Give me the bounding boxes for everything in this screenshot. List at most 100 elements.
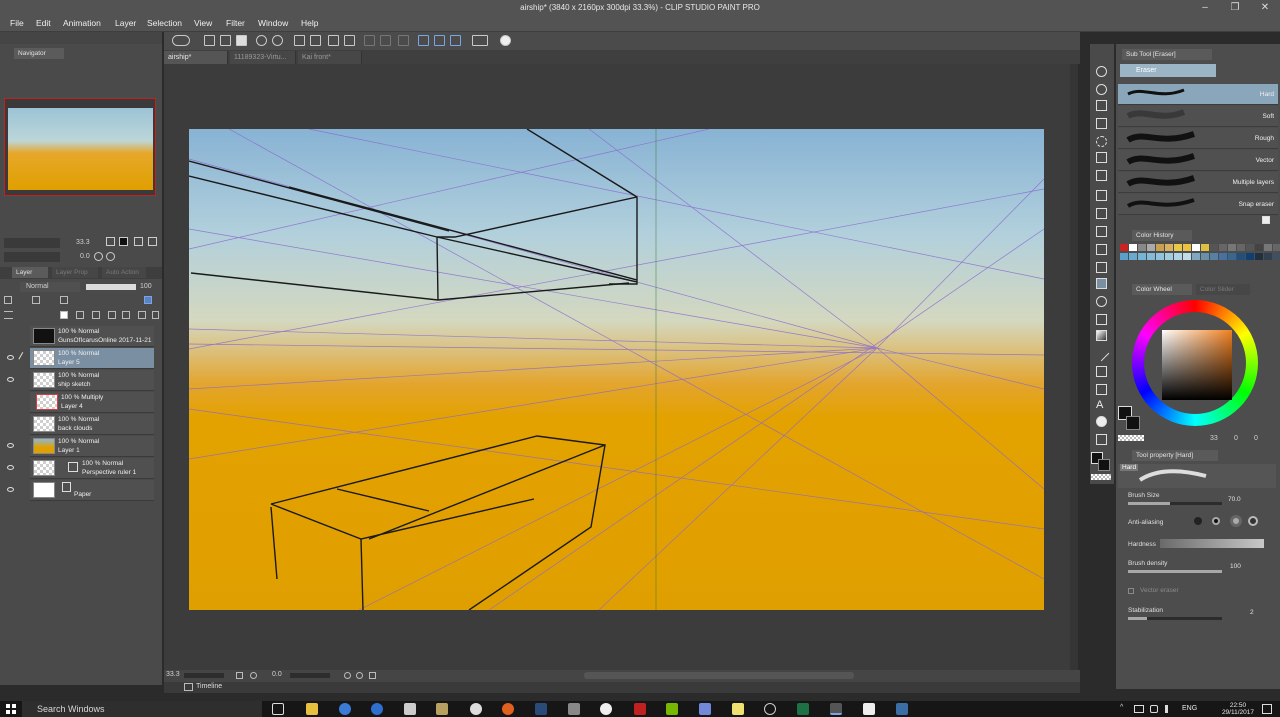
- brush-item[interactable]: Snap eraser: [1118, 194, 1278, 215]
- status-flip-icon[interactable]: [369, 672, 376, 679]
- color-history-swatch[interactable]: [1156, 244, 1164, 251]
- color-history-swatch[interactable]: [1192, 253, 1200, 260]
- redo-icon[interactable]: [272, 35, 283, 46]
- layer-item[interactable]: 100 % Normal Layer 5: [30, 348, 154, 369]
- taskbar-clock[interactable]: 22:50 29/11/2017: [1222, 702, 1254, 716]
- menu-window[interactable]: Window: [258, 18, 288, 28]
- status-angle-slider[interactable]: [290, 673, 330, 678]
- color-history-swatch[interactable]: [1183, 244, 1191, 251]
- tab-layer[interactable]: Layer: [12, 267, 48, 278]
- steam-icon[interactable]: [535, 703, 547, 715]
- sub-tool-add-icon[interactable]: [1262, 216, 1270, 224]
- layer-item[interactable]: 100 % Multiply Layer 4: [30, 392, 154, 413]
- layer-item[interactable]: 100 % Normal GunsOfIcarusOnline 2017-11-…: [30, 326, 154, 347]
- color-history-swatch[interactable]: [1210, 253, 1218, 260]
- volume-icon[interactable]: [1165, 705, 1173, 713]
- visibility-eye-icon[interactable]: [7, 487, 14, 492]
- timeline-label[interactable]: Timeline: [196, 683, 222, 690]
- new-folder-icon[interactable]: [92, 311, 100, 319]
- monitor-app-icon[interactable]: [896, 703, 908, 715]
- lock-icon[interactable]: [32, 296, 40, 304]
- yandex-icon[interactable]: [470, 703, 482, 715]
- aa-medium-option[interactable]: [1230, 515, 1242, 527]
- tray-up-icon[interactable]: ^: [1120, 704, 1123, 711]
- fit-icon[interactable]: [119, 237, 128, 246]
- selection-tool-icon[interactable]: [1096, 136, 1107, 147]
- maximize-icon[interactable]: ❐: [1220, 0, 1250, 16]
- status-fit-icon[interactable]: [236, 672, 243, 679]
- layer-menu-icon[interactable]: [4, 311, 13, 319]
- blend-tool-icon[interactable]: [1096, 296, 1107, 307]
- notifications-icon[interactable]: [1262, 704, 1272, 714]
- language-indicator[interactable]: ENG: [1182, 705, 1197, 712]
- brush-item[interactable]: Hard: [1118, 84, 1278, 105]
- doc-tab-virtual[interactable]: 11189323-Virtu...: [230, 51, 296, 64]
- tab-auto-action[interactable]: Auto Action: [102, 267, 146, 278]
- menu-animation[interactable]: Animation: [63, 18, 101, 28]
- doc-tab-kai-front[interactable]: Kai front*: [298, 51, 362, 64]
- status-zoom-slider[interactable]: [184, 673, 224, 678]
- clip-studio-taskbar-icon[interactable]: [830, 703, 842, 715]
- brush-item[interactable]: Soft: [1118, 106, 1278, 127]
- color-history-swatch[interactable]: [1165, 244, 1173, 251]
- color-history-swatch[interactable]: [1219, 244, 1227, 251]
- layer-color-icon[interactable]: [144, 296, 152, 304]
- rotate-tool-icon[interactable]: [1096, 84, 1107, 95]
- color-history-swatch[interactable]: [1174, 253, 1182, 260]
- zoom-in-icon[interactable]: [134, 237, 143, 246]
- layer-item[interactable]: 100 % Normal Perspective ruler 1: [30, 458, 154, 479]
- move-icon[interactable]: [328, 35, 339, 46]
- snap-grid-icon[interactable]: [434, 35, 445, 46]
- color-history-swatch[interactable]: [1156, 253, 1164, 260]
- color-history-swatch[interactable]: [1219, 253, 1227, 260]
- game-controller-icon[interactable]: [568, 703, 580, 715]
- eraser-tool-icon[interactable]: [1096, 278, 1107, 289]
- new-file-icon[interactable]: [204, 35, 215, 46]
- taskbar-search-box[interactable]: Search Windows: [22, 701, 262, 717]
- horizontal-scrollbar[interactable]: [584, 672, 854, 679]
- sub-color-swatch[interactable]: [1098, 459, 1110, 471]
- flash-app-icon[interactable]: [634, 703, 646, 715]
- color-history-swatch[interactable]: [1138, 244, 1146, 251]
- visibility-eye-icon[interactable]: [7, 465, 14, 470]
- github-icon[interactable]: [764, 703, 776, 715]
- reference-icon[interactable]: [60, 296, 68, 304]
- color-history-swatch[interactable]: [1138, 253, 1146, 260]
- brush-item[interactable]: Rough: [1118, 128, 1278, 149]
- tab-navigator[interactable]: Navigator: [14, 48, 64, 59]
- layer-item[interactable]: 100 % Normal ship sketch: [30, 370, 154, 391]
- new-vector-layer-icon[interactable]: [76, 311, 84, 319]
- visibility-eye-icon[interactable]: [7, 355, 14, 360]
- brush-item[interactable]: Multiple layers: [1118, 172, 1278, 193]
- tool-property-header[interactable]: Tool property [Hard]: [1132, 450, 1218, 461]
- merge-down-icon[interactable]: [122, 311, 130, 319]
- help-icon[interactable]: [500, 35, 511, 46]
- layer-item[interactable]: 100 % Normal back clouds: [30, 414, 154, 435]
- move-tool-icon[interactable]: [1096, 118, 1107, 129]
- drawing-canvas[interactable]: [189, 129, 1044, 610]
- minimize-icon[interactable]: –: [1190, 0, 1220, 16]
- firefox-icon[interactable]: [502, 703, 514, 715]
- app-icon[interactable]: [436, 703, 448, 715]
- color-history-swatch[interactable]: [1174, 244, 1182, 251]
- menu-view[interactable]: View: [194, 18, 212, 28]
- visibility-eye-icon[interactable]: [7, 377, 14, 382]
- color-history-swatch[interactable]: [1228, 253, 1236, 260]
- color-history-swatch[interactable]: [1273, 244, 1280, 251]
- color-history-swatch[interactable]: [1273, 253, 1280, 260]
- rotate-slider[interactable]: [4, 252, 60, 262]
- color-history-swatch[interactable]: [1129, 244, 1137, 251]
- brush-item[interactable]: Vector: [1118, 150, 1278, 171]
- hand-tool-icon[interactable]: [1096, 100, 1107, 111]
- mail-icon[interactable]: [404, 703, 416, 715]
- menu-help[interactable]: Help: [301, 18, 318, 28]
- snap-special-icon[interactable]: [450, 35, 461, 46]
- color-history-swatch[interactable]: [1246, 253, 1254, 260]
- brush-density-slider[interactable]: [1128, 570, 1222, 573]
- color-history-swatch[interactable]: [1147, 253, 1155, 260]
- tool-preset-preview[interactable]: Hard: [1118, 464, 1276, 488]
- color-history-swatch[interactable]: [1255, 244, 1263, 251]
- lasso-tool-icon[interactable]: [1096, 152, 1107, 163]
- transform-icon[interactable]: [294, 35, 305, 46]
- correct-line-tool-icon[interactable]: [1096, 434, 1107, 445]
